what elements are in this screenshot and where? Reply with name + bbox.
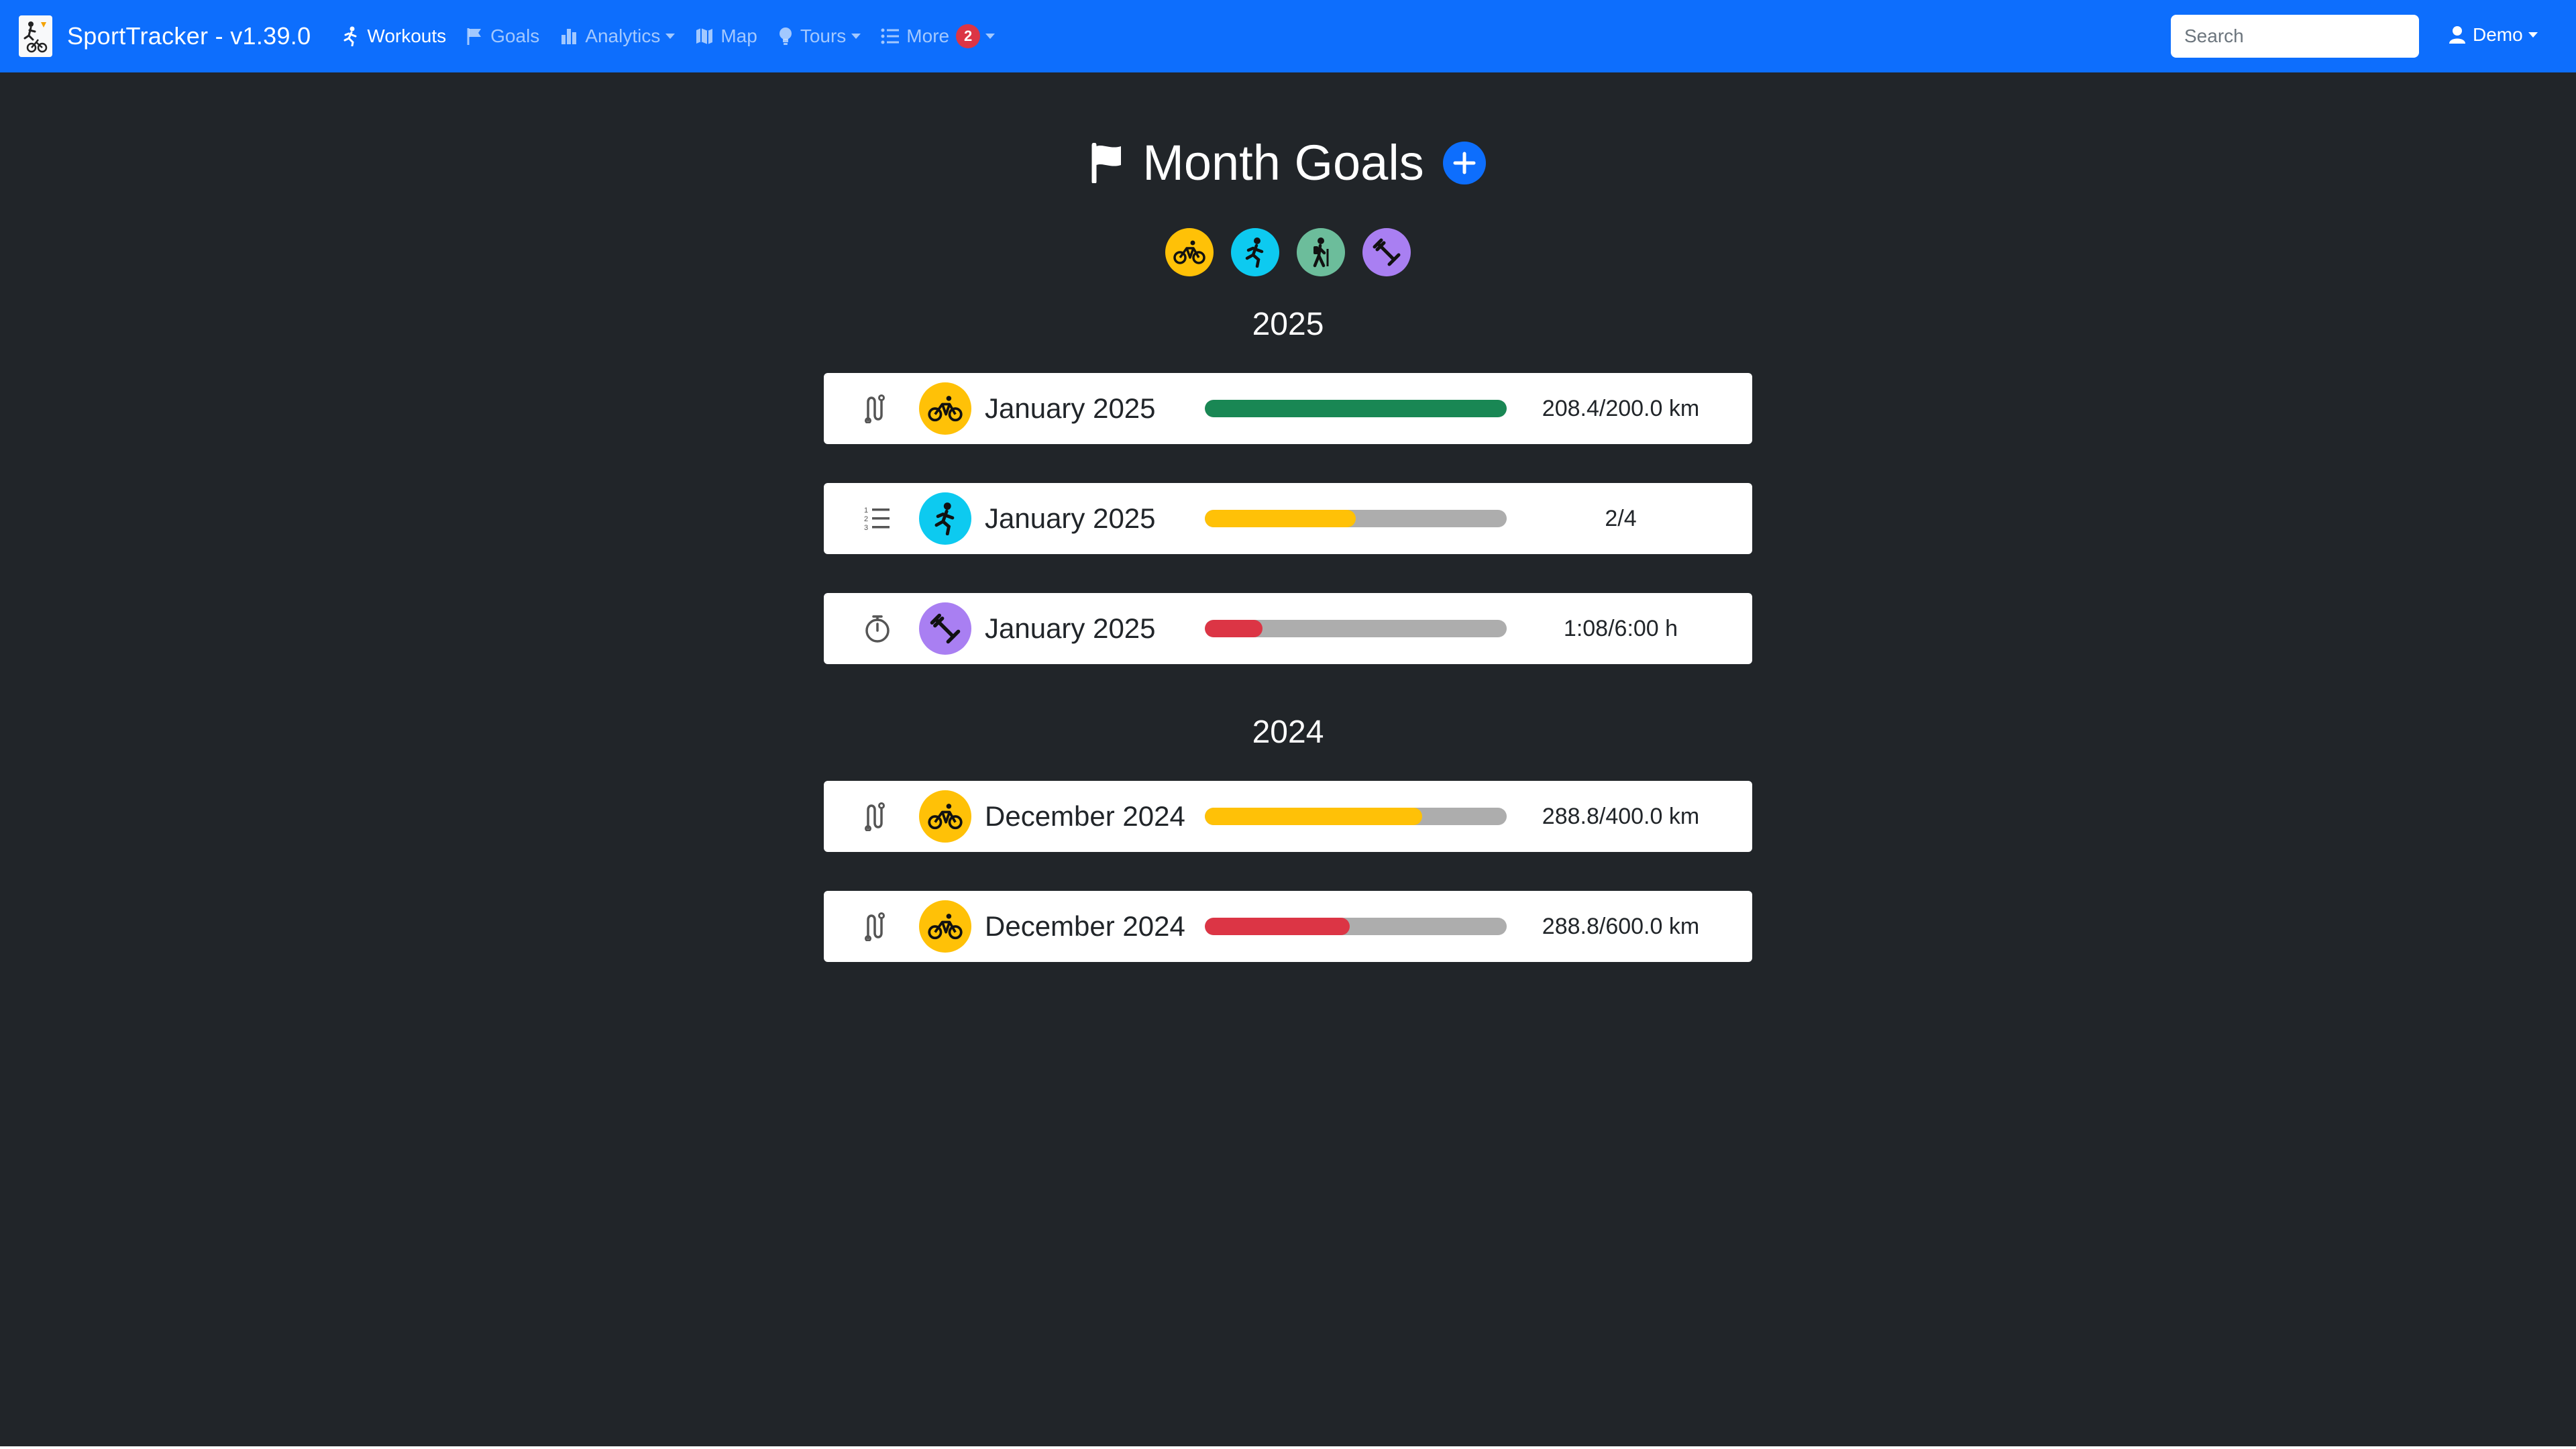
goal-progress-bar xyxy=(1205,918,1507,935)
plus-icon xyxy=(1453,152,1476,174)
notification-badge: 2 xyxy=(956,24,981,48)
nav-analytics-label: Analytics xyxy=(585,25,661,46)
route-icon xyxy=(865,394,885,423)
nav-tours[interactable]: Tours xyxy=(777,25,861,47)
page-title: Month Goals xyxy=(1142,135,1424,191)
route-icon xyxy=(865,912,885,941)
goal-progress-fill xyxy=(1205,620,1263,637)
goal-progress-value: 2/4 xyxy=(1605,505,1637,531)
goal-progress-bar xyxy=(1205,620,1507,637)
goal-progress-fill xyxy=(1205,400,1507,417)
bicycle-icon xyxy=(1173,240,1205,264)
nav-more[interactable]: More 2 xyxy=(881,24,996,48)
filter-running-button[interactable] xyxy=(1231,228,1279,276)
user-icon xyxy=(2449,26,2465,44)
dumbbell-icon xyxy=(930,613,961,644)
goal-progress-value: 288.8/400.0 km xyxy=(1542,803,1700,829)
count-list-icon: 123 xyxy=(864,506,890,532)
user-name: Demo xyxy=(2473,24,2523,45)
page-header: Month Goals xyxy=(0,134,2576,191)
running-icon xyxy=(934,502,955,535)
nav-map-label: Map xyxy=(720,25,757,46)
filter-fitness-button[interactable] xyxy=(1362,228,1411,276)
goal-progress-value: 1:08/6:00 h xyxy=(1563,615,1678,641)
map-icon xyxy=(696,28,713,44)
flag-icon xyxy=(1091,142,1122,183)
caret-down-icon xyxy=(851,34,861,39)
stopwatch-icon xyxy=(865,615,890,643)
nav-goals[interactable]: Goals xyxy=(466,25,539,47)
goal-progress-fill xyxy=(1205,918,1350,935)
year-heading-2025: 2025 xyxy=(1252,307,1324,342)
running-icon xyxy=(343,26,357,46)
list-icon xyxy=(881,28,900,44)
goal-period-label: December 2024 xyxy=(985,910,1185,942)
sport-badge xyxy=(919,492,971,545)
goal-progress-bar xyxy=(1205,808,1507,825)
search-input[interactable] xyxy=(2171,15,2419,58)
user-menu[interactable]: Demo xyxy=(2449,24,2538,46)
goal-card[interactable]: 123 January 2025 2/4 xyxy=(824,483,1752,554)
goal-progress-bar xyxy=(1205,510,1507,527)
bicycle-icon xyxy=(928,396,963,422)
goal-period-label: January 2025 xyxy=(985,502,1156,534)
goal-progress-fill xyxy=(1205,510,1356,527)
caret-down-icon xyxy=(665,34,676,39)
nav-workouts-label: Workouts xyxy=(367,25,447,46)
goal-progress-bar xyxy=(1205,400,1507,417)
nav-workouts[interactable]: Workouts xyxy=(341,25,446,47)
goal-progress-value: 288.8/600.0 km xyxy=(1542,913,1700,939)
route-icon xyxy=(865,802,885,831)
goal-card[interactable]: December 2024 288.8/600.0 km xyxy=(824,891,1752,962)
add-goal-button[interactable] xyxy=(1442,141,1486,184)
sporttracker-logo-icon xyxy=(19,15,52,57)
goal-card[interactable]: December 2024 288.8/400.0 km xyxy=(824,781,1752,852)
bicycle-icon xyxy=(928,914,963,940)
sport-badge xyxy=(919,790,971,843)
caret-down-icon xyxy=(2528,32,2538,38)
nav-tours-label: Tours xyxy=(800,25,847,46)
brand-link[interactable]: SportTracker - v1.39.0 xyxy=(19,15,311,57)
nav-analytics[interactable]: Analytics xyxy=(559,25,676,47)
filter-hiking-button[interactable] xyxy=(1297,228,1345,276)
app-title: SportTracker - v1.39.0 xyxy=(67,22,311,50)
bicycle-icon xyxy=(928,804,963,830)
dumbbell-icon xyxy=(1373,238,1401,266)
bar-chart-icon xyxy=(561,29,577,44)
sport-badge xyxy=(919,382,971,435)
sport-badge xyxy=(919,602,971,655)
filter-cycling-button[interactable] xyxy=(1165,228,1214,276)
svg-text:1: 1 xyxy=(864,506,868,515)
goal-card[interactable]: January 2025 208.4/200.0 km xyxy=(824,373,1752,444)
goal-progress-value: 208.4/200.0 km xyxy=(1542,395,1700,421)
svg-text:2: 2 xyxy=(864,515,868,523)
running-icon xyxy=(1245,237,1264,268)
goal-period-label: January 2025 xyxy=(985,392,1156,424)
nav-goals-label: Goals xyxy=(490,25,540,46)
page-bottom-border xyxy=(0,1446,2576,1449)
nav-more-label: More xyxy=(906,25,950,46)
lightbulb-icon xyxy=(779,28,792,45)
caret-down-icon xyxy=(985,34,996,39)
goal-period-label: January 2025 xyxy=(985,612,1156,644)
svg-text:3: 3 xyxy=(864,524,868,532)
sport-badge xyxy=(919,900,971,953)
goal-card[interactable]: January 2025 1:08/6:00 h xyxy=(824,593,1752,664)
year-heading-2024: 2024 xyxy=(1252,714,1324,750)
flag-icon xyxy=(467,28,482,45)
goal-period-label: December 2024 xyxy=(985,800,1185,832)
hiking-icon xyxy=(1313,237,1329,268)
goal-progress-fill xyxy=(1205,808,1422,825)
sport-filter-bar xyxy=(0,228,2576,276)
nav-map[interactable]: Map xyxy=(695,25,757,47)
navbar: SportTracker - v1.39.0 Workouts Goals An… xyxy=(0,0,2576,72)
